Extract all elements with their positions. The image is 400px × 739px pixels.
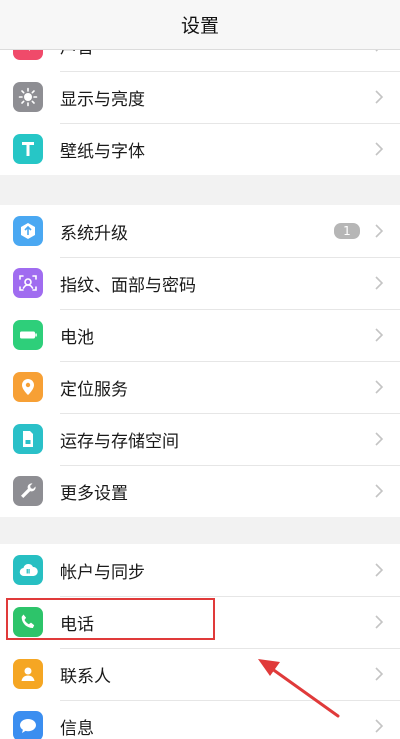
wrench-icon <box>13 476 43 506</box>
settings-item-label: 电话 <box>60 614 94 635</box>
update-count-badge: 1 <box>334 223 360 239</box>
brightness-icon <box>13 82 43 112</box>
settings-item-display-brightness[interactable]: 显示与亮度 <box>0 71 400 123</box>
chevron-right-icon <box>374 223 384 239</box>
chevron-right-icon <box>374 141 384 157</box>
settings-group-display: 声音 显示与亮度 壁纸与字体 <box>0 50 400 175</box>
settings-item-label: 壁纸与字体 <box>60 141 145 162</box>
settings-item-label: 运存与存储空间 <box>60 431 179 452</box>
phone-icon <box>13 607 43 637</box>
chevron-right-icon <box>374 379 384 395</box>
chevron-right-icon <box>374 562 384 578</box>
settings-item-ram-storage[interactable]: 运存与存储空间 <box>0 413 400 465</box>
chevron-right-icon <box>374 718 384 734</box>
page-title-bar: 设置 <box>0 0 400 50</box>
settings-item-label: 声音 <box>60 50 374 58</box>
chevron-right-icon <box>374 327 384 343</box>
settings-list[interactable]: 声音 显示与亮度 壁纸与字体 系统升级 1 <box>0 50 400 739</box>
page-title: 设置 <box>180 15 219 37</box>
settings-item-label: 帐户与同步 <box>60 562 145 583</box>
chevron-right-icon <box>374 614 384 630</box>
settings-item-phone[interactable]: 电话 <box>0 596 400 648</box>
message-icon <box>13 711 43 739</box>
chevron-right-icon <box>374 483 384 499</box>
settings-item-label: 更多设置 <box>60 483 128 504</box>
settings-item-system-upgrade[interactable]: 系统升级 1 <box>0 205 400 257</box>
battery-icon <box>13 320 43 350</box>
settings-group-system: 系统升级 1 指纹、面部与密码 电池 定位服务 运存与存储空间 更多设置 <box>0 205 400 517</box>
settings-item-fingerprint-face-password[interactable]: 指纹、面部与密码 <box>0 257 400 309</box>
text-t-icon <box>13 134 43 164</box>
chevron-right-icon <box>374 666 384 682</box>
chevron-right-icon <box>374 431 384 447</box>
chevron-right-icon <box>374 50 384 53</box>
chevron-right-icon <box>374 275 384 291</box>
settings-item-sound[interactable]: 声音 <box>0 50 400 71</box>
contact-icon <box>13 659 43 689</box>
settings-item-account-sync[interactable]: 帐户与同步 <box>0 544 400 596</box>
face-id-icon <box>13 268 43 298</box>
settings-item-label: 定位服务 <box>60 379 128 400</box>
settings-item-wallpaper-font[interactable]: 壁纸与字体 <box>0 123 400 175</box>
annotation-arrow-icon <box>258 659 340 718</box>
settings-item-label: 电池 <box>60 327 94 348</box>
chevron-right-icon <box>374 89 384 105</box>
settings-item-label: 系统升级 <box>60 223 128 244</box>
storage-icon <box>13 424 43 454</box>
settings-item-label: 指纹、面部与密码 <box>60 275 196 296</box>
sound-icon <box>13 50 43 60</box>
upgrade-icon <box>13 216 43 246</box>
cloud-sync-icon <box>13 555 43 585</box>
settings-item-label: 显示与亮度 <box>60 89 145 110</box>
settings-item-more-settings[interactable]: 更多设置 <box>0 465 400 517</box>
location-icon <box>13 372 43 402</box>
settings-item-battery[interactable]: 电池 <box>0 309 400 361</box>
settings-item-location-service[interactable]: 定位服务 <box>0 361 400 413</box>
